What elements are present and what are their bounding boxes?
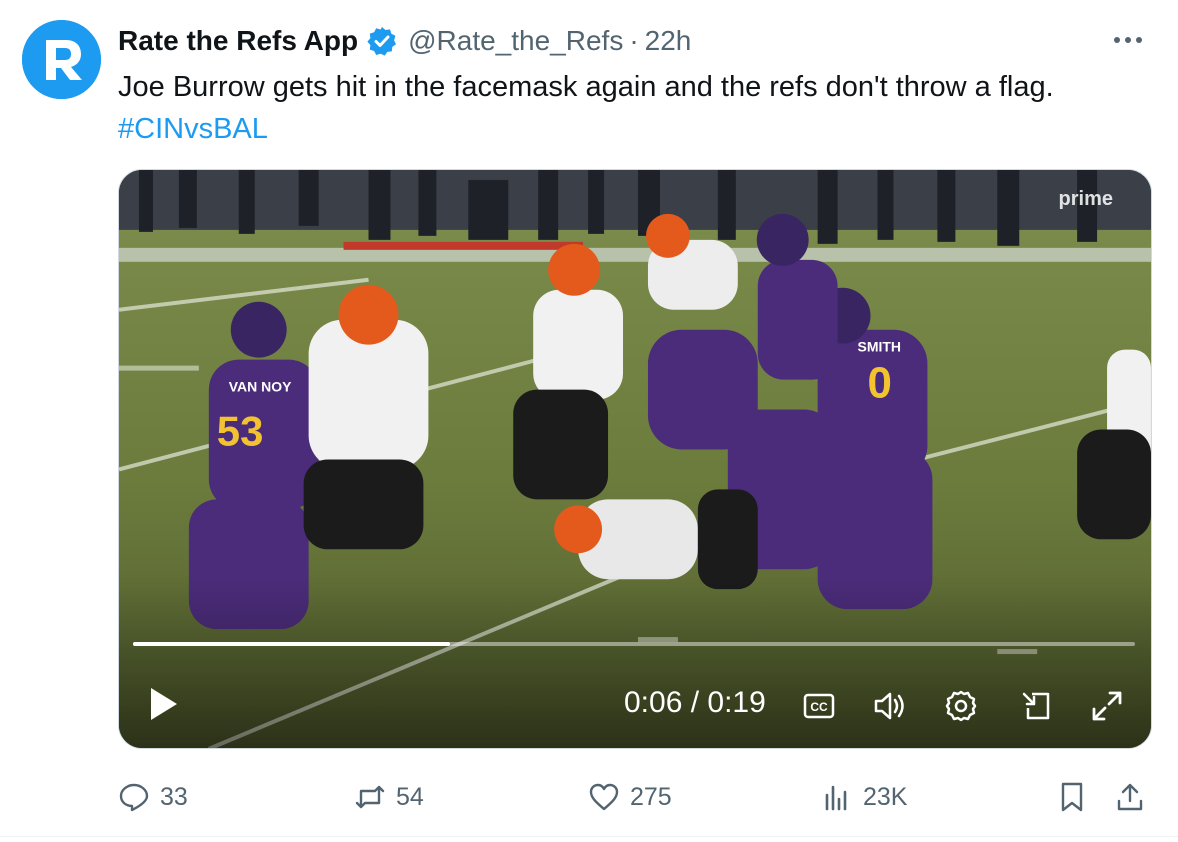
gear-icon bbox=[945, 690, 977, 722]
heart-icon bbox=[589, 783, 619, 811]
reply-icon bbox=[119, 783, 149, 812]
verified-badge-icon[interactable] bbox=[366, 25, 398, 57]
tweet-body: Joe Burrow gets hit in the facemask agai… bbox=[118, 71, 1054, 103]
separator-dot: · bbox=[629, 25, 639, 56]
views-button[interactable]: 23K bbox=[821, 775, 907, 819]
settings-button[interactable] bbox=[941, 686, 981, 726]
play-icon bbox=[151, 688, 177, 720]
retweet-icon bbox=[355, 785, 385, 809]
video-progress-fill bbox=[133, 642, 450, 646]
closed-captions-icon: CC bbox=[803, 693, 835, 719]
bookmark-icon bbox=[1061, 782, 1083, 812]
timestamp[interactable]: 22h bbox=[645, 25, 692, 57]
picture-in-picture-button[interactable] bbox=[1016, 686, 1056, 726]
svg-text:CC: CC bbox=[810, 700, 828, 714]
hashtag-link[interactable]: #CINvsBAL bbox=[118, 108, 1138, 150]
bookmark-button[interactable] bbox=[1056, 775, 1098, 819]
expand-icon bbox=[1092, 691, 1122, 721]
views-chart-icon bbox=[825, 785, 847, 811]
avatar[interactable] bbox=[22, 20, 101, 99]
video-player[interactable]: 53 0 VAN NOY SMITH prime 0:06 / 0:19 CC bbox=[118, 169, 1152, 749]
tweet-header: Rate the Refs App @Rate_the_Refs · 22h bbox=[118, 22, 691, 60]
tweet-card[interactable]: Rate the Refs App @Rate_the_Refs · 22h J… bbox=[0, 0, 1178, 842]
broadcast-watermark: prime bbox=[1058, 188, 1113, 210]
retweet-count: 54 bbox=[396, 782, 424, 811]
divider bbox=[0, 836, 1178, 837]
more-options-icon[interactable] bbox=[1114, 30, 1150, 50]
video-frame: 53 0 VAN NOY SMITH bbox=[119, 170, 1151, 748]
volume-icon bbox=[874, 692, 904, 720]
view-count: 23K bbox=[863, 782, 908, 811]
retweet-button[interactable]: 54 bbox=[354, 775, 424, 819]
like-count: 275 bbox=[630, 782, 672, 811]
volume-button[interactable] bbox=[869, 686, 909, 726]
fullscreen-button[interactable] bbox=[1087, 686, 1127, 726]
play-button[interactable] bbox=[149, 686, 179, 722]
handle[interactable]: @Rate_the_Refs bbox=[408, 25, 623, 57]
video-progress-bar[interactable] bbox=[133, 642, 1135, 646]
tweet-text: Joe Burrow gets hit in the facemask agai… bbox=[118, 66, 1138, 150]
share-button[interactable] bbox=[1114, 775, 1156, 819]
reply-button[interactable]: 33 bbox=[118, 775, 188, 819]
tweet-actions: 33 54 275 23K bbox=[118, 775, 1158, 819]
share-icon bbox=[1117, 783, 1143, 811]
like-button[interactable]: 275 bbox=[588, 775, 672, 819]
reply-count: 33 bbox=[160, 782, 188, 811]
display-name[interactable]: Rate the Refs App bbox=[118, 25, 358, 57]
captions-button[interactable]: CC bbox=[799, 686, 839, 726]
rate-the-refs-logo-icon bbox=[22, 20, 101, 99]
video-timecode: 0:06 / 0:19 bbox=[624, 686, 766, 719]
dock-video-icon bbox=[1022, 692, 1050, 720]
